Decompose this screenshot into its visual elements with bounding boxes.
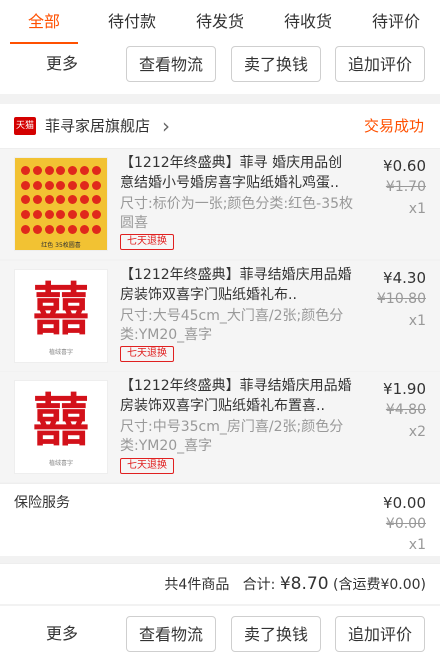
product-original-price: ¥4.80 [385,402,426,418]
tab-pending-review[interactable]: 待评价 [352,0,440,44]
insurance-price: ¥0.00 [383,494,426,512]
order-actions-top: 更多 查看物流 卖了换钱 追加评价 [0,44,440,94]
sticker-dot [44,225,54,235]
order-item[interactable]: 囍 植绒喜字 【1212年终盛典】菲寻结婚庆用品婚房装饰双喜字门贴纸婚礼布.. … [0,261,440,371]
return-badge: 七天退换 [120,234,174,250]
product-price: ¥1.90 [383,380,426,398]
sticker-dot [56,195,66,205]
product-title[interactable]: 【1212年终盛典】菲寻结婚庆用品婚房装饰双喜字门贴纸婚礼布置喜.. [120,376,356,416]
sticker-dot [91,180,101,190]
sticker-dot [56,225,66,235]
order-tabs: 全部 待付款 待发货 待收货 待评价 [0,0,440,45]
sticker-dot [33,225,43,235]
more-button[interactable]: 更多 [46,44,78,84]
insurance-row: 保险服务 ¥0.00 ¥0.00 x1 [0,483,440,556]
order-card: 天猫 菲寻家居旗舰店 › 交易成功 [0,104,440,149]
product-quantity: x2 [408,424,426,440]
sticker-dot [44,210,54,220]
shop-header[interactable]: 天猫 菲寻家居旗舰店 › 交易成功 [0,104,440,149]
sticker-dot [68,225,78,235]
sticker-dot [91,165,101,175]
insurance-original-price: ¥0.00 [385,516,426,532]
sticker-dot [79,225,89,235]
product-quantity: x1 [408,313,426,329]
sticker-dot [91,195,101,205]
sticker-dot [79,165,89,175]
resell-button[interactable]: 卖了换钱 [231,616,321,652]
sticker-dot [44,195,54,205]
total-label: 合计: [242,577,280,593]
product-quantity: x1 [408,201,426,217]
tab-all[interactable]: 全部 [0,0,88,44]
sticker-dot [33,165,43,175]
sticker-dot [44,165,54,175]
sticker-dot [21,195,31,205]
add-review-button[interactable]: 追加评价 [335,46,425,82]
sticker-dot [56,210,66,220]
sticker-dot [68,180,78,190]
product-image[interactable]: 红色 35枚圆喜 [14,157,108,251]
insurance-label: 保险服务 [14,495,70,511]
tab-pending-shipment[interactable]: 待发货 [176,0,264,44]
product-sku: 尺寸:大号45cm_大门喜/2张;颜色分类:YM20_喜字 [120,308,344,343]
sticker-dot [56,180,66,190]
sticker-dot [33,180,43,190]
product-image[interactable]: 囍 植绒喜字 [14,269,108,363]
product-original-price: ¥1.70 [385,179,426,195]
product-sku: 尺寸:中号35cm_房门喜/2张;颜色分类:YM20_喜字 [120,419,344,454]
product-title[interactable]: 【1212年终盛典】菲寻结婚庆用品婚房装饰双喜字门贴纸婚礼布.. [120,265,356,305]
sticker-dot [56,165,66,175]
return-badge: 七天退换 [120,346,174,362]
resell-button[interactable]: 卖了换钱 [231,46,321,82]
sticker-dot [79,195,89,205]
total-amount: ¥8.70 [279,574,329,594]
sticker-dot [21,165,31,175]
sticker-dot [68,210,78,220]
sticker-dot [68,165,78,175]
sticker-dot [79,180,89,190]
order-summary: 共4件商品 合计: ¥8.70 (含运费¥0.00) [0,563,440,604]
product-image[interactable]: 囍 植绒喜字 [14,380,108,474]
add-review-button[interactable]: 追加评价 [335,616,425,652]
sticker-dot [91,225,101,235]
sticker-dot [21,210,31,220]
order-item[interactable]: 囍 植绒喜字 【1212年终盛典】菲寻结婚庆用品婚房装饰双喜字门贴纸婚礼布置喜.… [0,372,440,482]
double-happiness-icon: 囍 [33,389,89,454]
return-badge: 七天退换 [120,458,174,474]
sticker-dot [33,195,43,205]
product-price: ¥0.60 [383,157,426,175]
product-image-caption: 红色 35枚圆喜 [41,242,81,249]
sticker-dot [21,180,31,190]
item-count: 共4件商品 [164,577,230,593]
sticker-dot [21,225,31,235]
view-logistics-button[interactable]: 查看物流 [126,46,216,82]
shipping-note: (含运费¥0.00) [332,577,426,593]
tab-pending-receipt[interactable]: 待收货 [264,0,352,44]
tmall-icon: 天猫 [14,117,36,135]
sticker-dot [68,195,78,205]
product-price: ¥4.30 [383,269,426,287]
view-logistics-button[interactable]: 查看物流 [126,616,216,652]
shop-name[interactable]: 菲寻家居旗舰店 [45,104,150,148]
double-happiness-icon: 囍 [33,278,89,343]
order-status: 交易成功 [363,117,424,135]
product-original-price: ¥10.80 [377,291,426,307]
insurance-quantity: x1 [408,537,426,553]
sticker-dot [33,210,43,220]
tab-pending-payment[interactable]: 待付款 [88,0,176,44]
product-image-caption: 植绒喜字 [48,460,73,467]
product-title[interactable]: 【1212年终盛典】菲寻 婚庆用品创意结婚小号婚房喜字贴纸婚礼鸡蛋.. [120,153,356,193]
sticker-dot [44,180,54,190]
product-image-caption: 植绒喜字 [48,349,73,356]
sticker-dot [79,210,89,220]
chevron-right-icon[interactable]: › [162,104,170,148]
product-sku: 尺寸:标价为一张;颜色分类:红色-35枚圆喜 [120,196,354,231]
order-item[interactable]: 红色 35枚圆喜 【1212年终盛典】菲寻 婚庆用品创意结婚小号婚房喜字贴纸婚礼… [0,149,440,259]
order-actions: 更多 查看物流 卖了换钱 追加评价 [0,606,440,664]
more-button[interactable]: 更多 [46,614,78,654]
sticker-dot [91,210,101,220]
